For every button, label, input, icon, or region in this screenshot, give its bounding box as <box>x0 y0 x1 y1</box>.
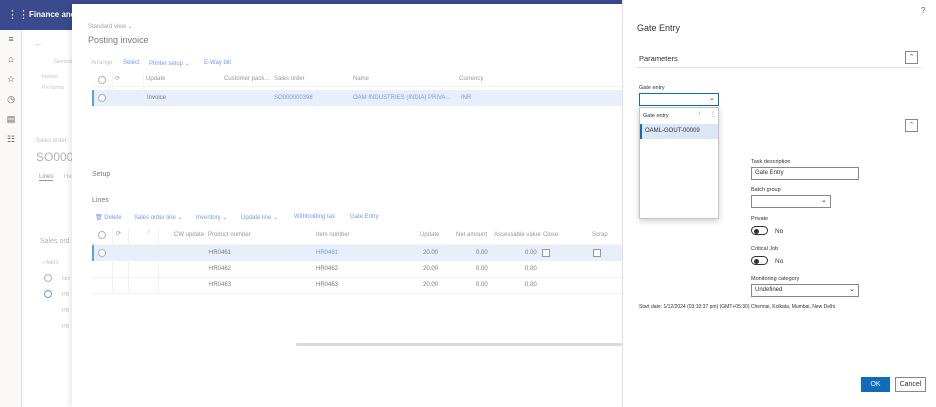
critical-job-value: No <box>775 258 784 265</box>
gate-entry-panel: ? Gate Entry Parameters ⌃ Gate entry ⌄ ⌃… <box>622 0 936 407</box>
divider <box>637 67 921 68</box>
panel-title: Gate Entry <box>637 23 681 33</box>
batch-group-label: Batch group <box>751 187 781 193</box>
waffle-icon[interactable]: ⋮⋮ <box>7 9 29 21</box>
modal-overlay <box>22 30 622 407</box>
private-value: No <box>775 228 784 235</box>
cancel-button[interactable]: Cancel <box>895 377 926 392</box>
parameters-section-label[interactable]: Parameters <box>639 54 678 63</box>
gate-entry-dropdown: Gate entry ↑ ⋮ OAML-GOUT-00009 <box>639 107 719 219</box>
critical-job-label: Critical Job <box>751 246 779 252</box>
chevron-down-icon[interactable]: ⌄ <box>849 285 855 293</box>
more-options-icon[interactable]: ⋮ <box>710 111 716 118</box>
critical-job-toggle[interactable] <box>751 256 768 265</box>
private-label: Private <box>751 216 769 222</box>
sort-icon[interactable]: ↑ <box>698 111 701 117</box>
gate-entry-input[interactable] <box>639 93 719 106</box>
recent-icon[interactable]: ◷ <box>6 94 16 104</box>
app-name: Finance and <box>29 10 76 19</box>
task-description-label: Task description <box>751 159 791 165</box>
chevron-down-icon[interactable]: ⌄ <box>821 196 827 204</box>
chevron-down-icon[interactable]: ⌄ <box>709 94 715 102</box>
collapse-icon[interactable]: ⌃ <box>905 51 918 64</box>
ok-button[interactable]: OK <box>861 377 890 392</box>
collapse-icon[interactable]: ⌃ <box>905 119 918 132</box>
modules-icon[interactable]: ☷ <box>6 134 16 144</box>
star-icon[interactable]: ☆ <box>6 74 16 84</box>
navigation-rail: ≡ ⌂ ☆ ◷ ▤ ☷ <box>0 30 22 407</box>
start-date-text: Start date: 1/12/2024 (03:10:37 pm) (GMT… <box>639 304 836 310</box>
view-selector[interactable]: Standard view ⌄ <box>88 23 133 30</box>
monitoring-category-select[interactable]: Undefined <box>751 284 859 297</box>
hamburger-icon[interactable]: ≡ <box>6 34 16 44</box>
home-icon[interactable]: ⌂ <box>6 54 16 64</box>
gate-entry-label: Gate entry <box>639 85 665 91</box>
help-icon[interactable]: ? <box>921 6 925 15</box>
task-description-input[interactable]: Gate Entry <box>751 167 859 180</box>
batch-group-input[interactable] <box>751 195 831 208</box>
dropdown-option-label: OAML-GOUT-00009 <box>645 128 700 134</box>
dropdown-header[interactable]: Gate entry <box>643 113 669 119</box>
private-toggle[interactable] <box>751 226 768 235</box>
workspace-icon[interactable]: ▤ <box>6 114 16 124</box>
monitoring-category-label: Monitoring category <box>751 276 800 282</box>
